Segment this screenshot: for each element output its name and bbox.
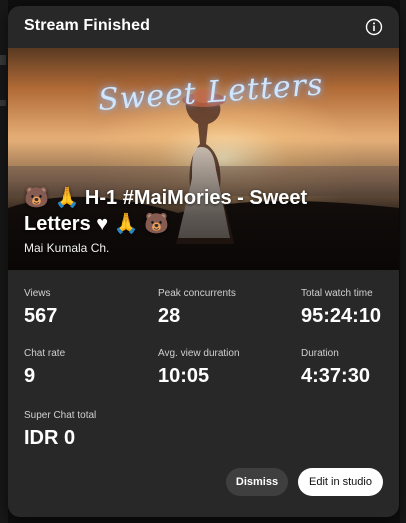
- dialog-header: Stream Finished: [8, 6, 399, 48]
- dismiss-button[interactable]: Dismiss: [226, 468, 288, 496]
- stat-value: IDR 0: [24, 427, 76, 449]
- stat-total-watch-time: Total watch time 95:24:10: [301, 288, 381, 328]
- stat-value: 4:37:30: [301, 365, 370, 387]
- stat-peak-concurrents: Peak concurrents 28: [158, 288, 236, 328]
- stream-finished-dialog: Stream Finished Sweet Letters 🐻 🙏 H-1 #M…: [8, 6, 399, 517]
- stat-label: Peak concurrents: [158, 288, 236, 299]
- stat-label: Avg. view duration: [158, 348, 240, 359]
- stat-label: Chat rate: [24, 348, 66, 359]
- video-title: 🐻 🙏 H-1 #MaiMories - Sweet Letters ♥ 🙏 🐻: [24, 187, 308, 235]
- background-page-edge: [0, 0, 8, 523]
- stat-avg-view-duration: Avg. view duration 10:05: [158, 348, 240, 388]
- dialog-title: Stream Finished: [24, 17, 150, 34]
- stat-chat-rate: Chat rate 9: [24, 348, 65, 388]
- background-page-edge: [400, 0, 406, 523]
- stat-value: 567: [24, 305, 58, 327]
- background-fragment: [0, 55, 6, 65]
- stat-label: Views: [24, 288, 51, 299]
- stat-label: Total watch time: [301, 288, 373, 299]
- stat-value: 28: [158, 305, 181, 327]
- stat-value: 95:24:10: [301, 305, 382, 327]
- video-thumbnail: Sweet Letters 🐻 🙏 H-1 #MaiMories - Sweet…: [8, 48, 399, 270]
- stat-label: Super Chat total: [24, 410, 97, 421]
- stat-super-chat-total: Super Chat total IDR 0: [24, 410, 96, 450]
- stat-value: 9: [24, 365, 36, 387]
- channel-name: Mai Kumala Ch.: [24, 241, 110, 255]
- stat-label: Duration: [301, 348, 339, 359]
- stat-duration: Duration 4:37:30: [301, 348, 370, 388]
- info-icon[interactable]: [365, 18, 383, 36]
- edit-in-studio-button[interactable]: Edit in studio: [298, 468, 383, 496]
- stat-value: 10:05: [158, 365, 210, 387]
- background-fragment: [0, 100, 6, 106]
- stat-views: Views 567: [24, 288, 57, 328]
